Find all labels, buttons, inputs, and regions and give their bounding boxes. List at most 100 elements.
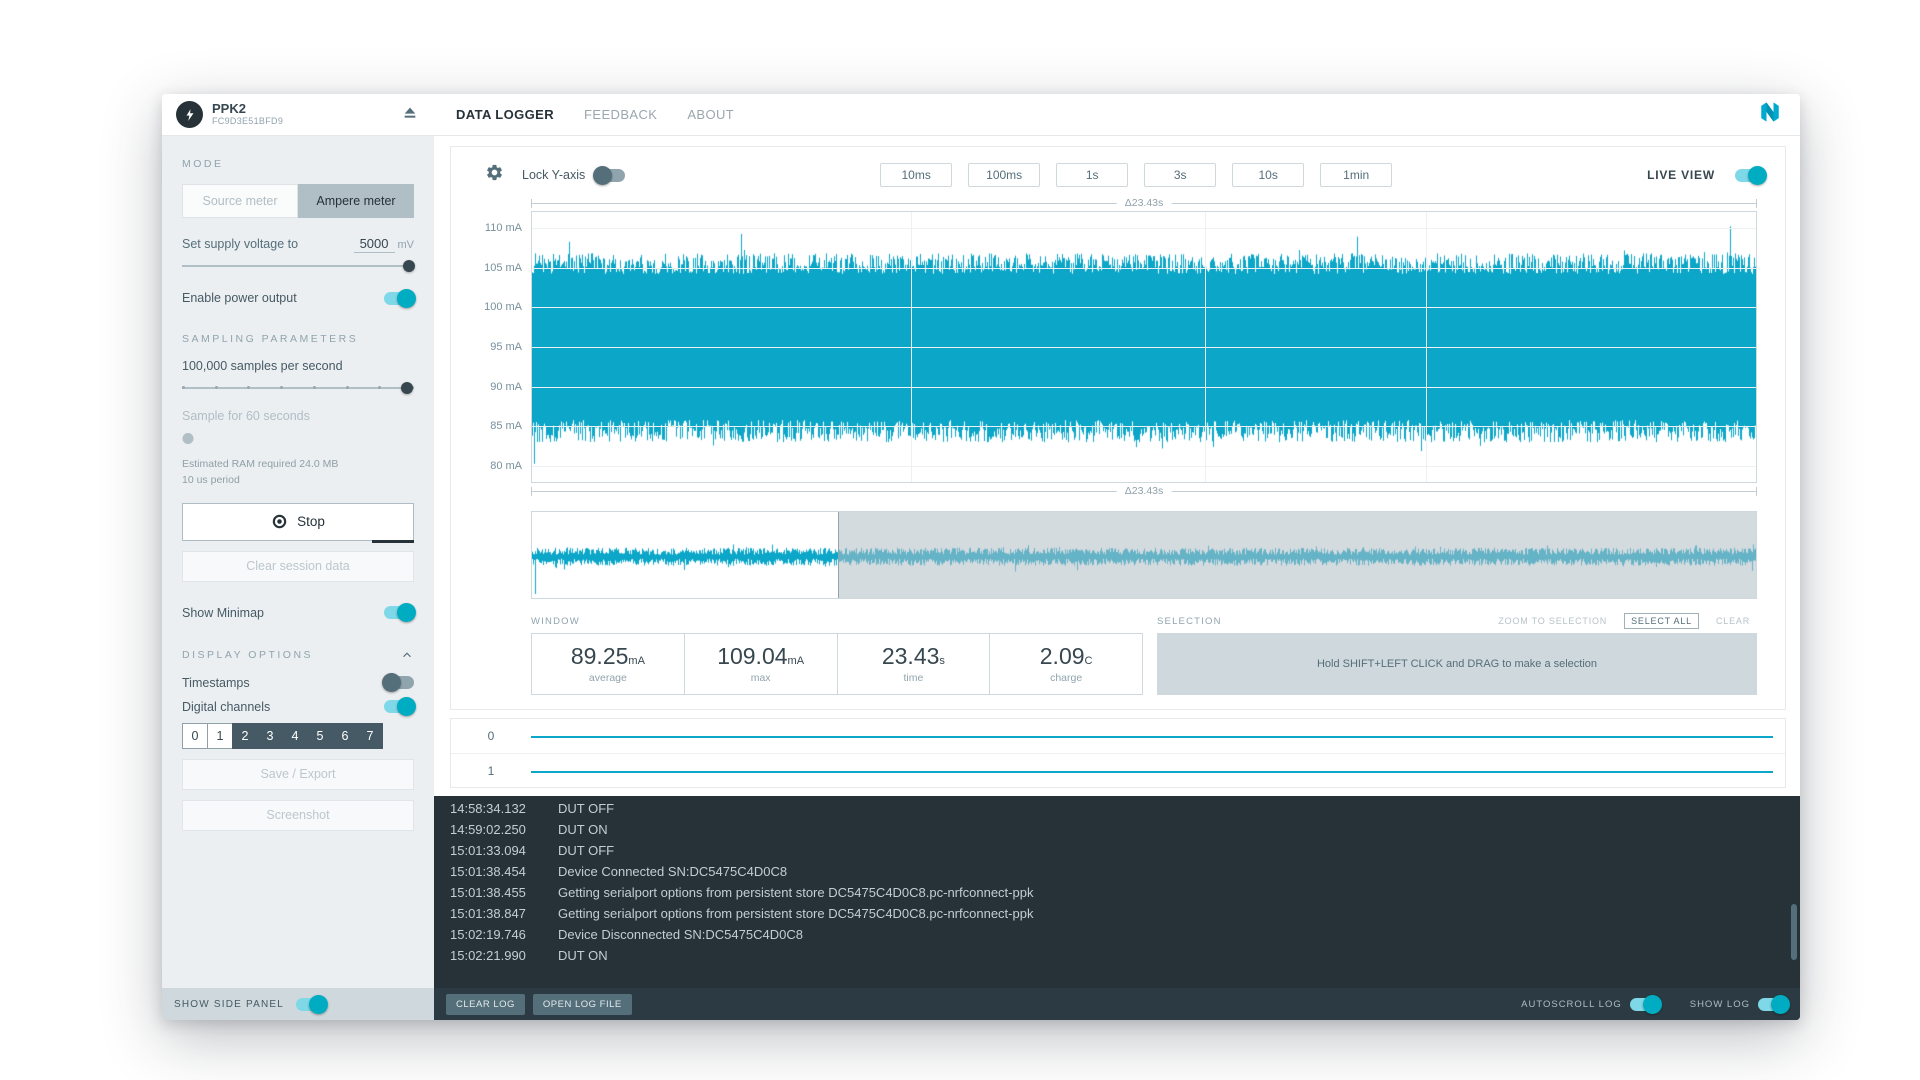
log-panel: 14:58:34.132DUT OFF 14:59:02.250DUT ON 1… — [434, 796, 1800, 1020]
time-window-3s[interactable]: 3s — [1144, 163, 1216, 187]
toggle-knob — [1771, 995, 1790, 1014]
digital-trace-1 — [531, 754, 1773, 787]
log-entry: 14:58:34.132DUT OFF — [450, 798, 1784, 819]
show-minimap-toggle[interactable] — [384, 606, 414, 619]
source-meter-button[interactable]: Source meter — [182, 184, 298, 218]
chevron-up-icon[interactable] — [400, 648, 414, 662]
digital-channels-toggle[interactable] — [384, 700, 414, 713]
slider-ticks — [182, 386, 414, 389]
display-options-header[interactable]: DISPLAY OPTIONS — [182, 648, 414, 662]
plot-wrap: Δ23.43s 110 mA105 mA100 mA95 mA90 mA85 m… — [531, 195, 1757, 695]
time-window-10ms[interactable]: 10ms — [880, 163, 952, 187]
stat-average-unit: mA — [628, 655, 645, 667]
stat-average: 89.25mA average — [531, 633, 685, 695]
digital-row-1: 1 — [451, 753, 1785, 787]
live-view-toggle[interactable] — [1735, 169, 1765, 182]
enable-power-row: Enable power output — [182, 291, 414, 305]
time-window-10s[interactable]: 10s — [1232, 163, 1304, 187]
minimap-selection-overlay[interactable] — [838, 512, 1756, 598]
nav-tabs: DATA LOGGER FEEDBACK ABOUT — [456, 107, 734, 122]
chart-controls: Lock Y-axis 10ms 100ms 1s 3s 10s 1min LI… — [467, 155, 1769, 195]
stat-max: 109.04mA max — [685, 633, 838, 695]
digital-channel-4[interactable]: 4 — [282, 723, 308, 749]
toggle-knob — [397, 697, 416, 716]
samples-per-second-slider[interactable] — [182, 381, 414, 395]
save-export-button: Save / Export — [182, 759, 414, 790]
grid-line — [1426, 212, 1427, 482]
open-log-file-button[interactable]: OPEN LOG FILE — [533, 994, 632, 1015]
page-background: PPK2 FC9D3E51BFD9 DATA LOGGER FEEDBACK A… — [0, 0, 1920, 1080]
device-block: PPK2 FC9D3E51BFD9 — [162, 94, 434, 135]
clear-log-button[interactable]: CLEAR LOG — [446, 994, 525, 1015]
select-all-button[interactable]: SELECT ALL — [1624, 613, 1699, 629]
digital-channel-1[interactable]: 1 — [207, 723, 233, 749]
time-window-1s[interactable]: 1s — [1056, 163, 1128, 187]
lock-y-axis-toggle[interactable] — [595, 169, 625, 182]
selection-hint: Hold SHIFT+LEFT CLICK and DRAG to make a… — [1157, 633, 1757, 695]
clear-selection-button[interactable]: CLEAR — [1709, 613, 1757, 629]
enable-power-label: Enable power output — [182, 291, 297, 305]
eject-button[interactable] — [400, 103, 420, 126]
supply-voltage-unit: mV — [398, 239, 415, 251]
grid-line — [532, 347, 1756, 348]
autoscroll-log-toggle[interactable] — [1630, 998, 1660, 1011]
stat-time-unit: s — [939, 655, 945, 667]
digital-channel-3[interactable]: 3 — [257, 723, 283, 749]
time-window-buttons: 10ms 100ms 1s 3s 10s 1min — [880, 163, 1392, 187]
stop-button[interactable]: Stop — [182, 503, 414, 541]
show-minimap-row: Show Minimap — [182, 606, 414, 620]
supply-voltage-value[interactable]: 5000 — [354, 236, 395, 253]
show-minimap-label: Show Minimap — [182, 606, 264, 620]
gear-icon[interactable] — [485, 163, 504, 187]
y-axis-tick: 100 mA — [484, 301, 522, 313]
tab-feedback[interactable]: FEEDBACK — [584, 107, 657, 122]
stats-row: WINDOW 89.25mA average 109.04mA — [531, 613, 1757, 695]
show-log-toggle[interactable] — [1758, 998, 1788, 1011]
lock-y-axis-label: Lock Y-axis — [522, 168, 585, 182]
ampere-meter-button[interactable]: Ampere meter — [298, 184, 414, 218]
live-view-label: LIVE VIEW — [1647, 168, 1715, 182]
digital-channel-2[interactable]: 2 — [232, 723, 258, 749]
stat-max-value: 109.04 — [717, 643, 787, 669]
sample-for-suffix: seconds — [263, 409, 310, 423]
device-name: PPK2 — [212, 102, 283, 116]
tab-data-logger[interactable]: DATA LOGGER — [456, 107, 554, 122]
stop-button-label: Stop — [297, 514, 325, 529]
y-axis-tick: 95 mA — [490, 341, 522, 353]
digital-channel-7[interactable]: 7 — [357, 723, 383, 749]
time-window-100ms[interactable]: 100ms — [968, 163, 1040, 187]
show-side-panel-toggle[interactable] — [296, 998, 326, 1011]
time-window-1min[interactable]: 1min — [1320, 163, 1392, 187]
slider-thumb[interactable] — [403, 260, 415, 272]
supply-voltage-slider[interactable] — [182, 259, 414, 273]
digital-channel-5[interactable]: 5 — [307, 723, 333, 749]
y-axis-tick: 80 mA — [490, 460, 522, 472]
nordic-logo — [1756, 98, 1784, 131]
log-entry: 15:02:21.990DUT ON — [450, 945, 1784, 966]
clear-session-button: Clear session data — [182, 551, 414, 582]
digital-row-label: 1 — [467, 764, 515, 778]
log-entry: 15:01:38.847Getting serialport options f… — [450, 903, 1784, 924]
enable-power-toggle[interactable] — [384, 292, 414, 305]
grid-line — [1205, 212, 1206, 482]
timestamps-toggle[interactable] — [384, 676, 414, 689]
log-scrollbar[interactable] — [1791, 904, 1797, 960]
supply-voltage-row: Set supply voltage to 5000mV — [182, 236, 414, 251]
selection-heading: SELECTION — [1157, 616, 1222, 627]
stat-charge-value: 2.09 — [1040, 643, 1085, 669]
toggle-knob — [397, 603, 416, 622]
digital-channel-0[interactable]: 0 — [182, 723, 208, 749]
app-header: PPK2 FC9D3E51BFD9 DATA LOGGER FEEDBACK A… — [162, 94, 1800, 136]
digital-channels-panel: 0 1 — [450, 718, 1786, 788]
samples-per-second-label: 100,000 samples per second — [182, 359, 414, 373]
digital-channel-6[interactable]: 6 — [332, 723, 358, 749]
window-stats: WINDOW 89.25mA average 109.04mA — [531, 613, 1143, 695]
sample-for-slider — [182, 431, 414, 445]
app-body: MODE Source meter Ampere meter Set suppl… — [162, 136, 1800, 1020]
log-entry: 15:02:19.746Device Disconnected SN:DC547… — [450, 924, 1784, 945]
tab-about[interactable]: ABOUT — [687, 107, 734, 122]
sidebar-content: MODE Source meter Ampere meter Set suppl… — [162, 136, 434, 988]
slider-thumb[interactable] — [401, 382, 413, 394]
log-entry: 15:01:33.094DUT OFF — [450, 840, 1784, 861]
grid-line — [532, 387, 1756, 388]
